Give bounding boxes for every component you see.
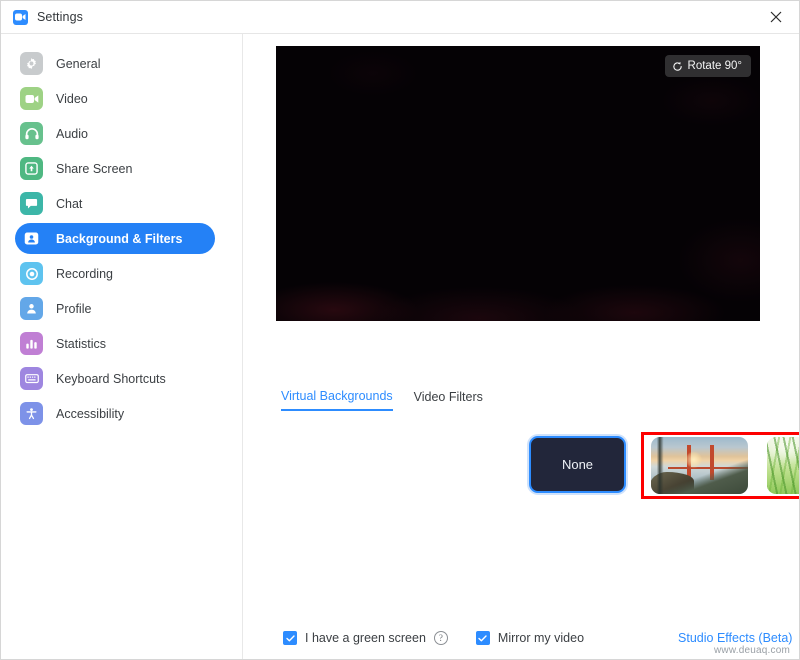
sidebar-item-recording[interactable]: Recording [15, 258, 215, 289]
video-preview: Rotate 90° [276, 46, 760, 321]
sidebar-item-label: Audio [56, 126, 88, 141]
studio-effects-link[interactable]: Studio Effects (Beta) [678, 631, 792, 645]
sidebar-item-label: Recording [56, 266, 113, 281]
window-body: General Video Audio Share Screen Chat Ba… [1, 34, 799, 659]
watermark-text: www.deuaq.com [714, 645, 790, 656]
title-bar: Settings [1, 1, 799, 34]
settings-sidebar: General Video Audio Share Screen Chat Ba… [1, 34, 243, 659]
tab-virtual-backgrounds[interactable]: Virtual Backgrounds [281, 389, 393, 411]
bridge-tower [710, 444, 715, 481]
sidebar-item-label: Background & Filters [56, 231, 183, 246]
sidebar-item-label: Profile [56, 301, 92, 316]
thumbnail-image [651, 437, 748, 494]
rotate-90-label: Rotate 90° [687, 60, 742, 72]
sidebar-item-profile[interactable]: Profile [15, 293, 215, 324]
share-screen-icon [20, 157, 43, 180]
sidebar-item-label: General [56, 56, 101, 71]
none-tile-label: None [561, 457, 594, 472]
video-preview-feed [276, 46, 760, 321]
background-tile-green-grass[interactable] [767, 437, 799, 494]
sidebar-item-label: Statistics [56, 336, 107, 351]
main-panel: Rotate 90° Virtual Backgrounds Video Fil… [243, 34, 799, 659]
sidebar-item-audio[interactable]: Audio [15, 118, 215, 149]
person-frame-icon [20, 227, 43, 250]
sidebar-item-general[interactable]: General [15, 48, 215, 79]
person-icon [20, 297, 43, 320]
bridge-tower [686, 444, 691, 481]
rotate-90-button[interactable]: Rotate 90° [664, 55, 751, 77]
sidebar-item-label: Video [56, 91, 88, 106]
sidebar-item-label: Chat [56, 196, 83, 211]
bridge-deck [668, 466, 748, 469]
accessibility-icon [20, 402, 43, 425]
gear-icon [20, 52, 43, 75]
background-tile-none[interactable]: None [529, 436, 626, 493]
sidebar-item-share-screen[interactable]: Share Screen [15, 153, 215, 184]
close-icon[interactable] [753, 1, 799, 33]
video-camera-icon [20, 87, 43, 110]
window-title: Settings [37, 10, 83, 24]
sidebar-item-label: Keyboard Shortcuts [56, 371, 166, 386]
sidebar-item-accessibility[interactable]: Accessibility [15, 398, 215, 429]
tab-video-filters[interactable]: Video Filters [414, 390, 483, 410]
background-tabs: Virtual Backgrounds Video Filters [281, 389, 761, 411]
mirror-video-checkbox[interactable] [475, 631, 490, 645]
green-screen-checkbox[interactable] [283, 631, 297, 645]
question-mark-icon[interactable]: ? [433, 631, 448, 645]
sidebar-item-chat[interactable]: Chat [15, 188, 215, 219]
settings-window: Settings General Video Audio Share Scree… [0, 0, 800, 660]
zoom-video-icon [13, 9, 28, 25]
mirror-video-label: Mirror my video [497, 631, 585, 645]
sidebar-item-keyboard-shortcuts[interactable]: Keyboard Shortcuts [15, 363, 215, 394]
sidebar-item-background-and-filters[interactable]: Background & Filters [15, 223, 215, 254]
sidebar-item-label: Share Screen [56, 161, 133, 176]
rotate-ccw-icon [672, 61, 688, 72]
headphones-icon [20, 122, 43, 145]
green-screen-label: I have a green screen [305, 631, 426, 645]
cliff [651, 472, 694, 494]
sidebar-item-statistics[interactable]: Statistics [15, 328, 215, 359]
sidebar-item-video[interactable]: Video [15, 83, 215, 114]
keyboard-icon [20, 367, 43, 390]
thumbnail-image [767, 437, 799, 494]
sidebar-item-label: Accessibility [56, 406, 125, 421]
mirror-video-checkbox-group[interactable]: Mirror my video [475, 631, 585, 645]
record-circle-icon [20, 262, 43, 285]
green-screen-checkbox-group[interactable]: I have a green screen ? [283, 631, 448, 645]
bar-chart-icon [20, 332, 43, 355]
background-tile-golden-gate-bridge-sunset[interactable] [651, 437, 748, 494]
chat-bubble-icon [20, 192, 43, 215]
